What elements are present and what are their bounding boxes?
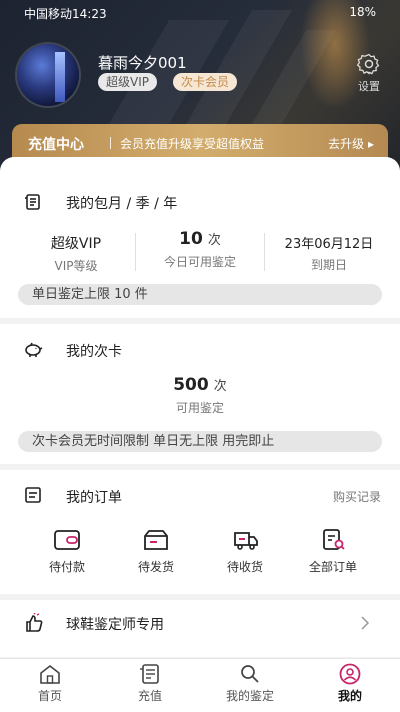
tab-home-label: 首页 xyxy=(37,689,62,703)
tab-home[interactable]: 首页 xyxy=(10,663,90,704)
status-bar: 中国移动14:23 18% xyxy=(0,0,400,24)
order-all-label: 全部订单 xyxy=(308,560,357,574)
appraiser-row[interactable]: 球鞋鉴定师专用 xyxy=(0,600,400,646)
avatar[interactable] xyxy=(17,44,79,106)
upgrade-link[interactable]: 去升级 ▸ xyxy=(328,135,374,152)
today-count-label: 今日可用鉴定 xyxy=(163,255,236,269)
times-card-unit: 次 xyxy=(213,379,227,394)
search-icon xyxy=(241,665,259,683)
document-search-icon xyxy=(323,529,345,550)
home-icon xyxy=(40,664,60,684)
orders-section-title: 我的订单 xyxy=(66,490,122,506)
order-pending-payment-label: 待付款 xyxy=(48,560,85,574)
times-card-count: 500 xyxy=(173,375,209,395)
expiry-value: 23年06月12日 xyxy=(284,237,374,252)
tab-recharge[interactable]: 充值 xyxy=(110,663,190,704)
tab-my-appraisals-label: 我的鉴定 xyxy=(225,689,274,703)
appraiser-title: 球鞋鉴定师专用 xyxy=(66,617,164,633)
order-all[interactable]: 全部订单 xyxy=(293,528,373,575)
battery-level: 18% xyxy=(349,5,376,19)
wallet-icon xyxy=(54,530,80,550)
vip-level-stat: 超级VIP VIP等级 xyxy=(26,233,126,274)
order-pending-payment[interactable]: 待付款 xyxy=(27,528,107,575)
thumbs-up-icon xyxy=(26,613,43,632)
order-pending-shipment-label: 待发货 xyxy=(137,560,174,574)
order-pending-receipt-label: 待收货 xyxy=(226,560,263,574)
purchase-history-link[interactable]: 购买记录 xyxy=(333,488,381,505)
order-pending-receipt[interactable]: 待收货 xyxy=(205,528,285,575)
recharge-title: 充值中心 xyxy=(28,137,84,153)
expiry-label: 到期日 xyxy=(310,258,347,272)
order-pending-shipment[interactable]: 待发货 xyxy=(116,528,196,575)
package-icon xyxy=(144,530,168,550)
piggy-bank-icon xyxy=(25,342,43,357)
monthly-section-title: 我的包月 / 季 / 年 xyxy=(66,196,178,212)
vip-badge: 超级VIP xyxy=(98,73,157,91)
times-card-stat: 500 次 可用鉴定 xyxy=(140,375,260,416)
delivery-truck-icon xyxy=(234,532,258,550)
status-carrier-time: 中国移动14:23 xyxy=(24,7,107,21)
daily-limit-note: 单日鉴定上限 10 件 xyxy=(18,284,382,305)
times-card-section-title: 我的次卡 xyxy=(66,344,122,360)
vip-level-value: 超级VIP xyxy=(50,236,102,252)
recharge-description: 会员充值升级享受超值权益 xyxy=(120,137,265,151)
times-card-badge: 次卡会员 xyxy=(173,73,238,91)
chevron-right-icon xyxy=(361,616,370,630)
username: 暮雨今夕001 xyxy=(98,54,187,72)
gear-icon xyxy=(357,53,380,75)
times-card-note: 次卡会员无时间限制 单日无上限 用完即止 xyxy=(18,431,382,452)
bottom-tab-bar: 首页 充值 我的鉴定 我的 xyxy=(0,658,400,712)
order-list-icon xyxy=(25,487,41,503)
settings-button[interactable]: 设置 xyxy=(352,52,386,94)
tab-mine[interactable]: 我的 xyxy=(310,663,390,704)
tab-mine-label: 我的 xyxy=(337,689,362,703)
tab-my-appraisals[interactable]: 我的鉴定 xyxy=(210,663,290,704)
settings-label: 设置 xyxy=(358,80,380,93)
tab-recharge-label: 充值 xyxy=(137,689,162,703)
times-card-label: 可用鉴定 xyxy=(175,401,224,415)
today-available-stat: 10 次 今日可用鉴定 xyxy=(148,229,252,270)
today-count-unit: 次 xyxy=(207,233,221,248)
expiry-stat: 23年06月12日 到期日 xyxy=(270,233,388,273)
today-count-value: 10 xyxy=(179,229,203,249)
user-profile-icon xyxy=(339,663,361,685)
membership-list-icon xyxy=(25,194,40,210)
vip-level-label: VIP等级 xyxy=(54,259,98,273)
recharge-document-icon xyxy=(140,664,159,684)
